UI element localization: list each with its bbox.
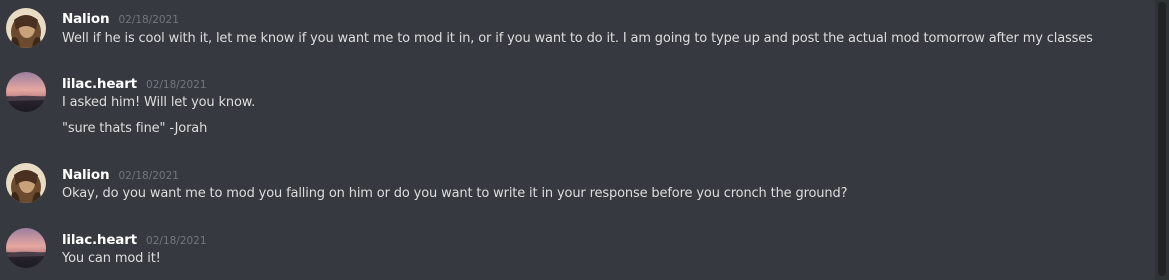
lilac-avatar[interactable]: [6, 228, 46, 268]
message-text: Okay, do you want me to mod you falling …: [62, 186, 848, 201]
nalion-avatar[interactable]: [6, 163, 46, 203]
lilac-avatar[interactable]: [6, 72, 46, 112]
timestamp: 02/18/2021: [118, 170, 179, 182]
username[interactable]: Nalion: [62, 11, 110, 27]
timestamp: 02/18/2021: [146, 235, 207, 247]
username[interactable]: Nalion: [62, 167, 110, 183]
chat-message-list[interactable]: Nalion 02/18/2021 Well if he is cool wit…: [0, 0, 1169, 280]
message-text: Well if he is cool with it, let me know …: [62, 31, 1093, 46]
nalion-avatar[interactable]: [6, 8, 46, 48]
username[interactable]: lilac.heart: [62, 232, 137, 248]
timestamp: 02/18/2021: [118, 14, 179, 26]
username[interactable]: lilac.heart: [62, 76, 137, 92]
scrollbar-thumb[interactable]: [1158, 2, 1166, 276]
scrollbar-track[interactable]: [1155, 0, 1169, 280]
timestamp: 02/18/2021: [146, 79, 207, 91]
message-text: I asked him! Will let you know.: [62, 95, 256, 110]
message-text: "sure thats fine" -Jorah: [62, 121, 208, 136]
message-text: You can mod it!: [62, 251, 161, 266]
